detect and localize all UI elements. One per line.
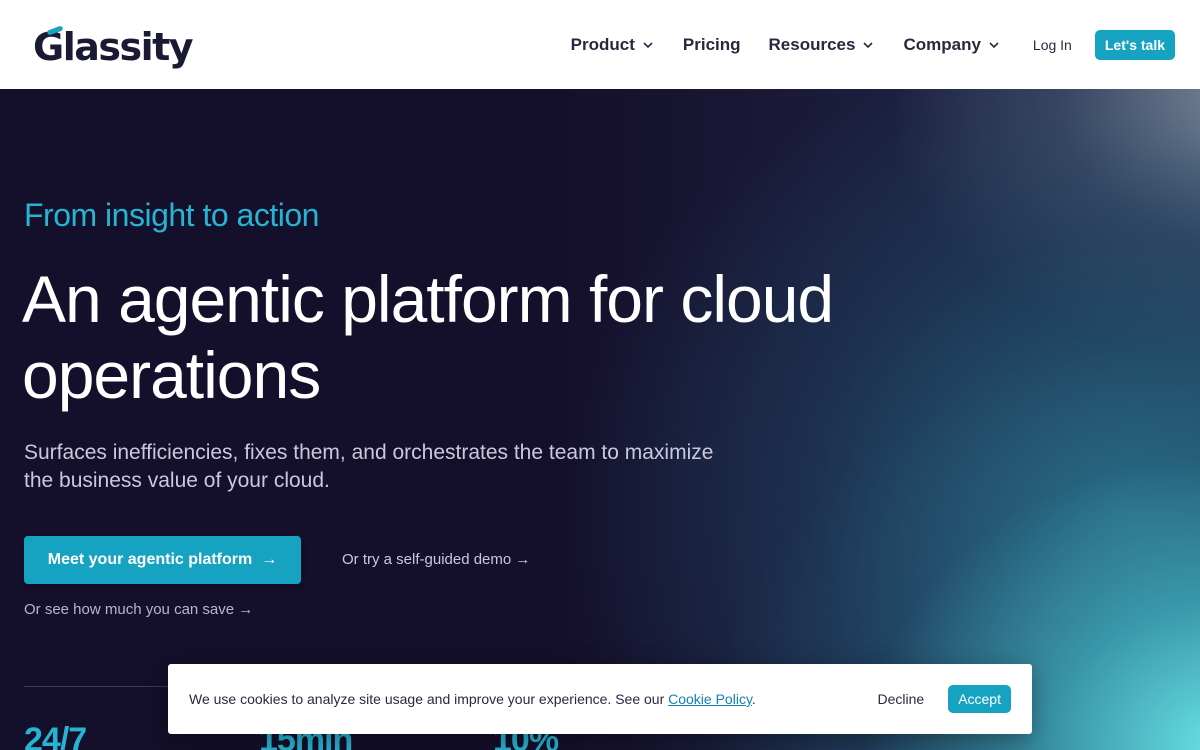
meet-platform-button[interactable]: Meet your agentic platform → (24, 536, 301, 584)
hero-subtext: Surfaces inefficiencies, fixes them, and… (24, 441, 714, 492)
login-link[interactable]: Log In (1033, 37, 1072, 53)
hero-section: From insight to action An agentic platfo… (0, 89, 1200, 750)
nav-item-label: Pricing (682, 34, 741, 54)
nav-item-pricing[interactable]: Pricing (683, 35, 741, 55)
stats-divider (24, 686, 174, 687)
nav-item-product[interactable]: Product (571, 35, 655, 55)
cookie-banner: We use cookies to analyze site usage and… (168, 664, 1032, 734)
chevron-down-icon (989, 41, 999, 48)
hero-eyebrow: From insight to action (24, 197, 319, 233)
hero-headline: An agentic platform for cloud operations (22, 262, 834, 412)
chevron-down-icon (863, 41, 874, 48)
cookie-decline-button[interactable]: Decline (877, 691, 924, 707)
nav-item-label: Company (903, 34, 981, 54)
lets-talk-button[interactable]: Let's talk (1094, 29, 1175, 60)
nav-item-resources[interactable]: Resources (769, 35, 876, 55)
chevron-down-icon (643, 41, 653, 48)
site-header: Glassity Product Pricing Resources Compa… (0, 0, 1200, 89)
cookie-message: We use cookies to analyze site usage and… (189, 691, 877, 707)
savings-link[interactable]: Or see how much you can save → (24, 601, 253, 618)
cookie-message-text: We use cookies to analyze site usage and… (189, 691, 669, 707)
cookie-message-end: . (751, 691, 756, 707)
brand-logo[interactable]: Glassity (33, 22, 194, 72)
stat-value: 24/7 (24, 721, 87, 750)
self-guided-demo-link[interactable]: Or try a self-guided demo → (342, 551, 530, 568)
cookie-policy-link[interactable]: Cookie Policy (668, 691, 752, 707)
arrow-right-icon: → (261, 551, 278, 568)
main-nav: Product Pricing Resources Company Log In… (571, 0, 1175, 89)
cookie-accept-button[interactable]: Accept (948, 685, 1011, 713)
nav-item-label: Product (570, 34, 635, 54)
nav-item-company[interactable]: Company (903, 35, 1000, 55)
nav-item-label: Resources (768, 34, 856, 54)
meet-platform-button-label: Meet your agentic platform (47, 551, 253, 568)
brand-logo-text: Glassity (33, 25, 194, 69)
